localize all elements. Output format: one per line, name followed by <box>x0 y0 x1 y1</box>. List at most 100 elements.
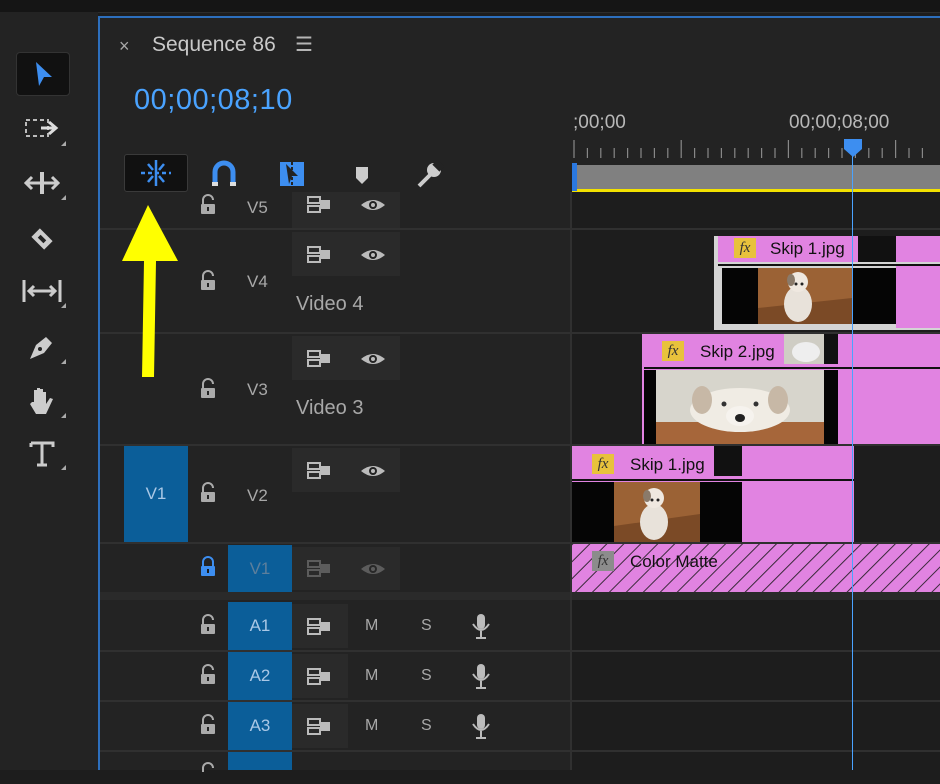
sync-lock-icon[interactable] <box>306 558 332 580</box>
linked-selection-button[interactable] <box>204 158 244 190</box>
track-select-forward-tool[interactable] <box>16 108 68 150</box>
magnet-linked-selection-icon <box>212 160 236 186</box>
tools-panel <box>0 12 98 770</box>
playhead-handle[interactable] <box>842 137 864 159</box>
toggle-output-eye-icon[interactable] <box>360 560 386 578</box>
time-ruler[interactable] <box>572 140 940 162</box>
toggle-output-eye-icon[interactable] <box>360 462 386 480</box>
pen-tool[interactable] <box>16 326 68 368</box>
track-label-video-3[interactable]: Video 3 <box>296 397 363 420</box>
selection-tool-icon <box>36 62 52 86</box>
sync-lock-icon[interactable] <box>306 616 332 638</box>
track-target-a1[interactable]: A1 <box>228 602 292 650</box>
pen-icon <box>30 337 52 359</box>
fx-badge[interactable]: fx <box>592 454 614 474</box>
type-icon <box>29 441 55 467</box>
mute-button-a1[interactable]: M <box>365 617 378 635</box>
clip-v4-skip-1[interactable]: fx Skip 1.jpg <box>714 236 940 330</box>
track-lock-toggle-a2[interactable] <box>198 664 218 686</box>
track-lock-toggle-v1[interactable] <box>198 556 218 578</box>
toggle-output-eye-icon[interactable] <box>360 246 386 264</box>
track-lock-toggle-a4[interactable] <box>198 762 218 784</box>
dog-sitting-thumbnail <box>758 268 852 324</box>
track-lock-toggle-v2[interactable] <box>198 482 218 504</box>
work-area-start-handle[interactable] <box>572 163 577 191</box>
track-divider <box>100 750 940 752</box>
mute-button-a3[interactable]: M <box>365 717 378 735</box>
panel-menu-icon[interactable]: ☰ <box>295 32 313 57</box>
snap-in-timeline-button[interactable] <box>124 154 188 192</box>
sync-lock-icon[interactable] <box>306 716 332 738</box>
mute-button-a2[interactable]: M <box>365 667 378 685</box>
add-marker-button[interactable] <box>348 160 376 190</box>
playhead-line[interactable] <box>852 150 853 770</box>
solo-button-a2[interactable]: S <box>421 667 432 685</box>
close-sequence-button[interactable]: × <box>119 36 130 57</box>
selection-tool[interactable] <box>16 52 70 96</box>
locked-hatch-pattern <box>572 544 940 592</box>
razor-tool[interactable] <box>16 218 68 260</box>
video-audio-divider[interactable] <box>100 592 940 600</box>
track-target-a2[interactable]: A2 <box>228 652 292 700</box>
track-label-video-4[interactable]: Video 4 <box>296 293 363 316</box>
track-lock-toggle-a3[interactable] <box>198 714 218 736</box>
track-lock-toggle-v4[interactable] <box>198 270 218 292</box>
sync-lock-icon[interactable] <box>306 194 332 216</box>
unlock-icon <box>201 194 215 214</box>
fx-badge[interactable]: fx <box>734 238 756 258</box>
ruler-time-label: 00;00;08;00 <box>789 112 890 133</box>
clip-v1-color-matte[interactable]: fx Color Matte <box>572 544 940 592</box>
app-top-bar <box>0 0 940 13</box>
track-lock-toggle-v5[interactable] <box>198 194 218 216</box>
annotation-arrow-icon <box>122 205 178 377</box>
voice-over-record-mic-icon[interactable] <box>470 712 492 740</box>
insert-overwrite-icon <box>280 162 304 186</box>
hand-icon <box>30 388 53 414</box>
slip-tool[interactable] <box>16 270 68 312</box>
type-tool[interactable] <box>16 432 68 474</box>
track-name-v5: V5 <box>247 198 268 217</box>
track-target-v1[interactable]: V1 <box>228 545 292 592</box>
clip-v2-skip-1[interactable]: fx Skip 1.jpg <box>572 446 854 542</box>
clip-rule <box>572 479 854 481</box>
track-target-a4[interactable] <box>228 752 292 770</box>
toggle-output-eye-icon[interactable] <box>360 196 386 214</box>
work-area-bar[interactable] <box>572 165 940 192</box>
ripple-edit-icon <box>23 172 61 194</box>
clip-name: Skip 1.jpg <box>630 455 705 474</box>
sequence-tab-title[interactable]: Sequence 86 <box>152 33 276 57</box>
playhead-timecode[interactable]: 00;00;08;10 <box>134 84 293 117</box>
source-patch-v1[interactable]: V1 <box>124 446 188 542</box>
sync-lock-icon[interactable] <box>306 666 332 688</box>
solo-button-a3[interactable]: S <box>421 717 432 735</box>
clip-gap <box>714 446 742 476</box>
fx-badge[interactable]: fx <box>662 341 684 361</box>
track-target-a3[interactable]: A3 <box>228 702 292 750</box>
insert-overwrite-button[interactable] <box>272 156 312 192</box>
clip-rule <box>644 367 940 369</box>
unlock-icon <box>201 664 215 684</box>
clip-fill <box>896 266 940 328</box>
hand-tool[interactable] <box>16 380 68 422</box>
slip-icon <box>22 280 62 302</box>
timeline-settings-button[interactable] <box>410 158 448 192</box>
sync-lock-icon[interactable] <box>306 460 332 482</box>
unlock-icon <box>201 482 215 502</box>
track-name-v4: V4 <box>247 272 268 291</box>
ripple-edit-tool[interactable] <box>16 162 68 204</box>
track-divider <box>100 650 940 652</box>
wrench-settings-icon <box>417 160 444 188</box>
track-lock-toggle-v3[interactable] <box>198 378 218 400</box>
fx-badge[interactable]: fx <box>592 551 614 571</box>
clip-v3-skip-2[interactable]: fx Skip 2.jpg <box>642 334 940 444</box>
voice-over-record-mic-icon[interactable] <box>470 662 492 690</box>
voice-over-record-mic-icon[interactable] <box>470 612 492 640</box>
dog-sitting-thumbnail <box>614 482 700 542</box>
solo-button-a1[interactable]: S <box>421 617 432 635</box>
track-lock-toggle-a1[interactable] <box>198 614 218 636</box>
sync-lock-icon[interactable] <box>306 348 332 370</box>
sync-lock-icon[interactable] <box>306 244 332 266</box>
clip-name: Color Matte <box>630 552 718 571</box>
unlock-icon <box>201 714 215 734</box>
toggle-output-eye-icon[interactable] <box>360 350 386 368</box>
